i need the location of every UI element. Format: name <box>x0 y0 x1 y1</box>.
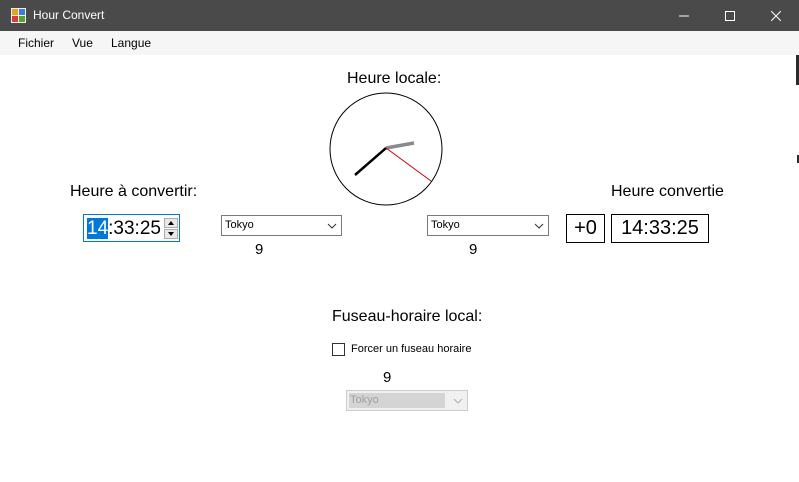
output-offset: 9 <box>469 241 478 258</box>
force-timezone-label: Forcer un fuseau horaire <box>351 343 472 355</box>
close-button[interactable] <box>753 0 799 31</box>
spin-up-button[interactable] <box>164 218 178 228</box>
force-timezone-checkbox[interactable] <box>332 343 345 356</box>
local-offset: 9 <box>383 369 392 386</box>
window-title: Hour Convert <box>33 8 105 22</box>
menu-langue[interactable]: Langue <box>111 36 151 50</box>
time-spinner <box>164 218 178 239</box>
maximize-button[interactable] <box>707 0 753 31</box>
output-timezone-value: Tokyo <box>431 219 460 231</box>
app-icon <box>11 8 26 23</box>
converted-time-value: 14:33:25 <box>611 214 709 243</box>
close-icon <box>771 10 781 21</box>
chevron-down-icon <box>453 398 463 404</box>
local-timezone-select[interactable]: Tokyo <box>346 390 468 411</box>
local-timezone-label: Fuseau-horaire local: <box>332 308 483 325</box>
analog-clock <box>329 92 443 206</box>
maximize-icon <box>725 10 735 21</box>
title-bar: Hour Convert <box>0 0 799 31</box>
chevron-down-icon <box>327 223 337 229</box>
chevron-down-icon <box>168 232 174 236</box>
input-timezone-value: Tokyo <box>225 219 254 231</box>
input-timezone-select[interactable]: Tokyo <box>221 215 342 236</box>
menu-bar: Fichier Vue Langue <box>0 31 799 55</box>
input-offset: 9 <box>255 241 264 258</box>
minimize-button[interactable] <box>661 0 707 31</box>
time-minutes-seconds: :33:25 <box>108 218 161 239</box>
local-timezone-value: Tokyo <box>350 394 379 406</box>
menu-vue[interactable]: Vue <box>72 36 93 50</box>
selected-hours: 14 <box>87 218 109 239</box>
spin-down-button[interactable] <box>164 229 178 239</box>
output-timezone-select[interactable]: Tokyo <box>427 215 549 236</box>
menu-fichier[interactable]: Fichier <box>18 36 54 50</box>
chevron-up-icon <box>168 221 174 225</box>
chevron-down-icon <box>534 223 544 229</box>
offset-difference: +0 <box>566 214 605 243</box>
minimize-icon <box>679 15 689 16</box>
input-time-label: Heure à convertir: <box>70 183 198 200</box>
local-clock-label: Heure locale: <box>347 70 442 87</box>
output-time-label: Heure convertie <box>611 183 724 200</box>
input-time-value: 14:33:25 <box>87 218 161 240</box>
input-time-field[interactable]: 14:33:25 <box>83 214 180 242</box>
